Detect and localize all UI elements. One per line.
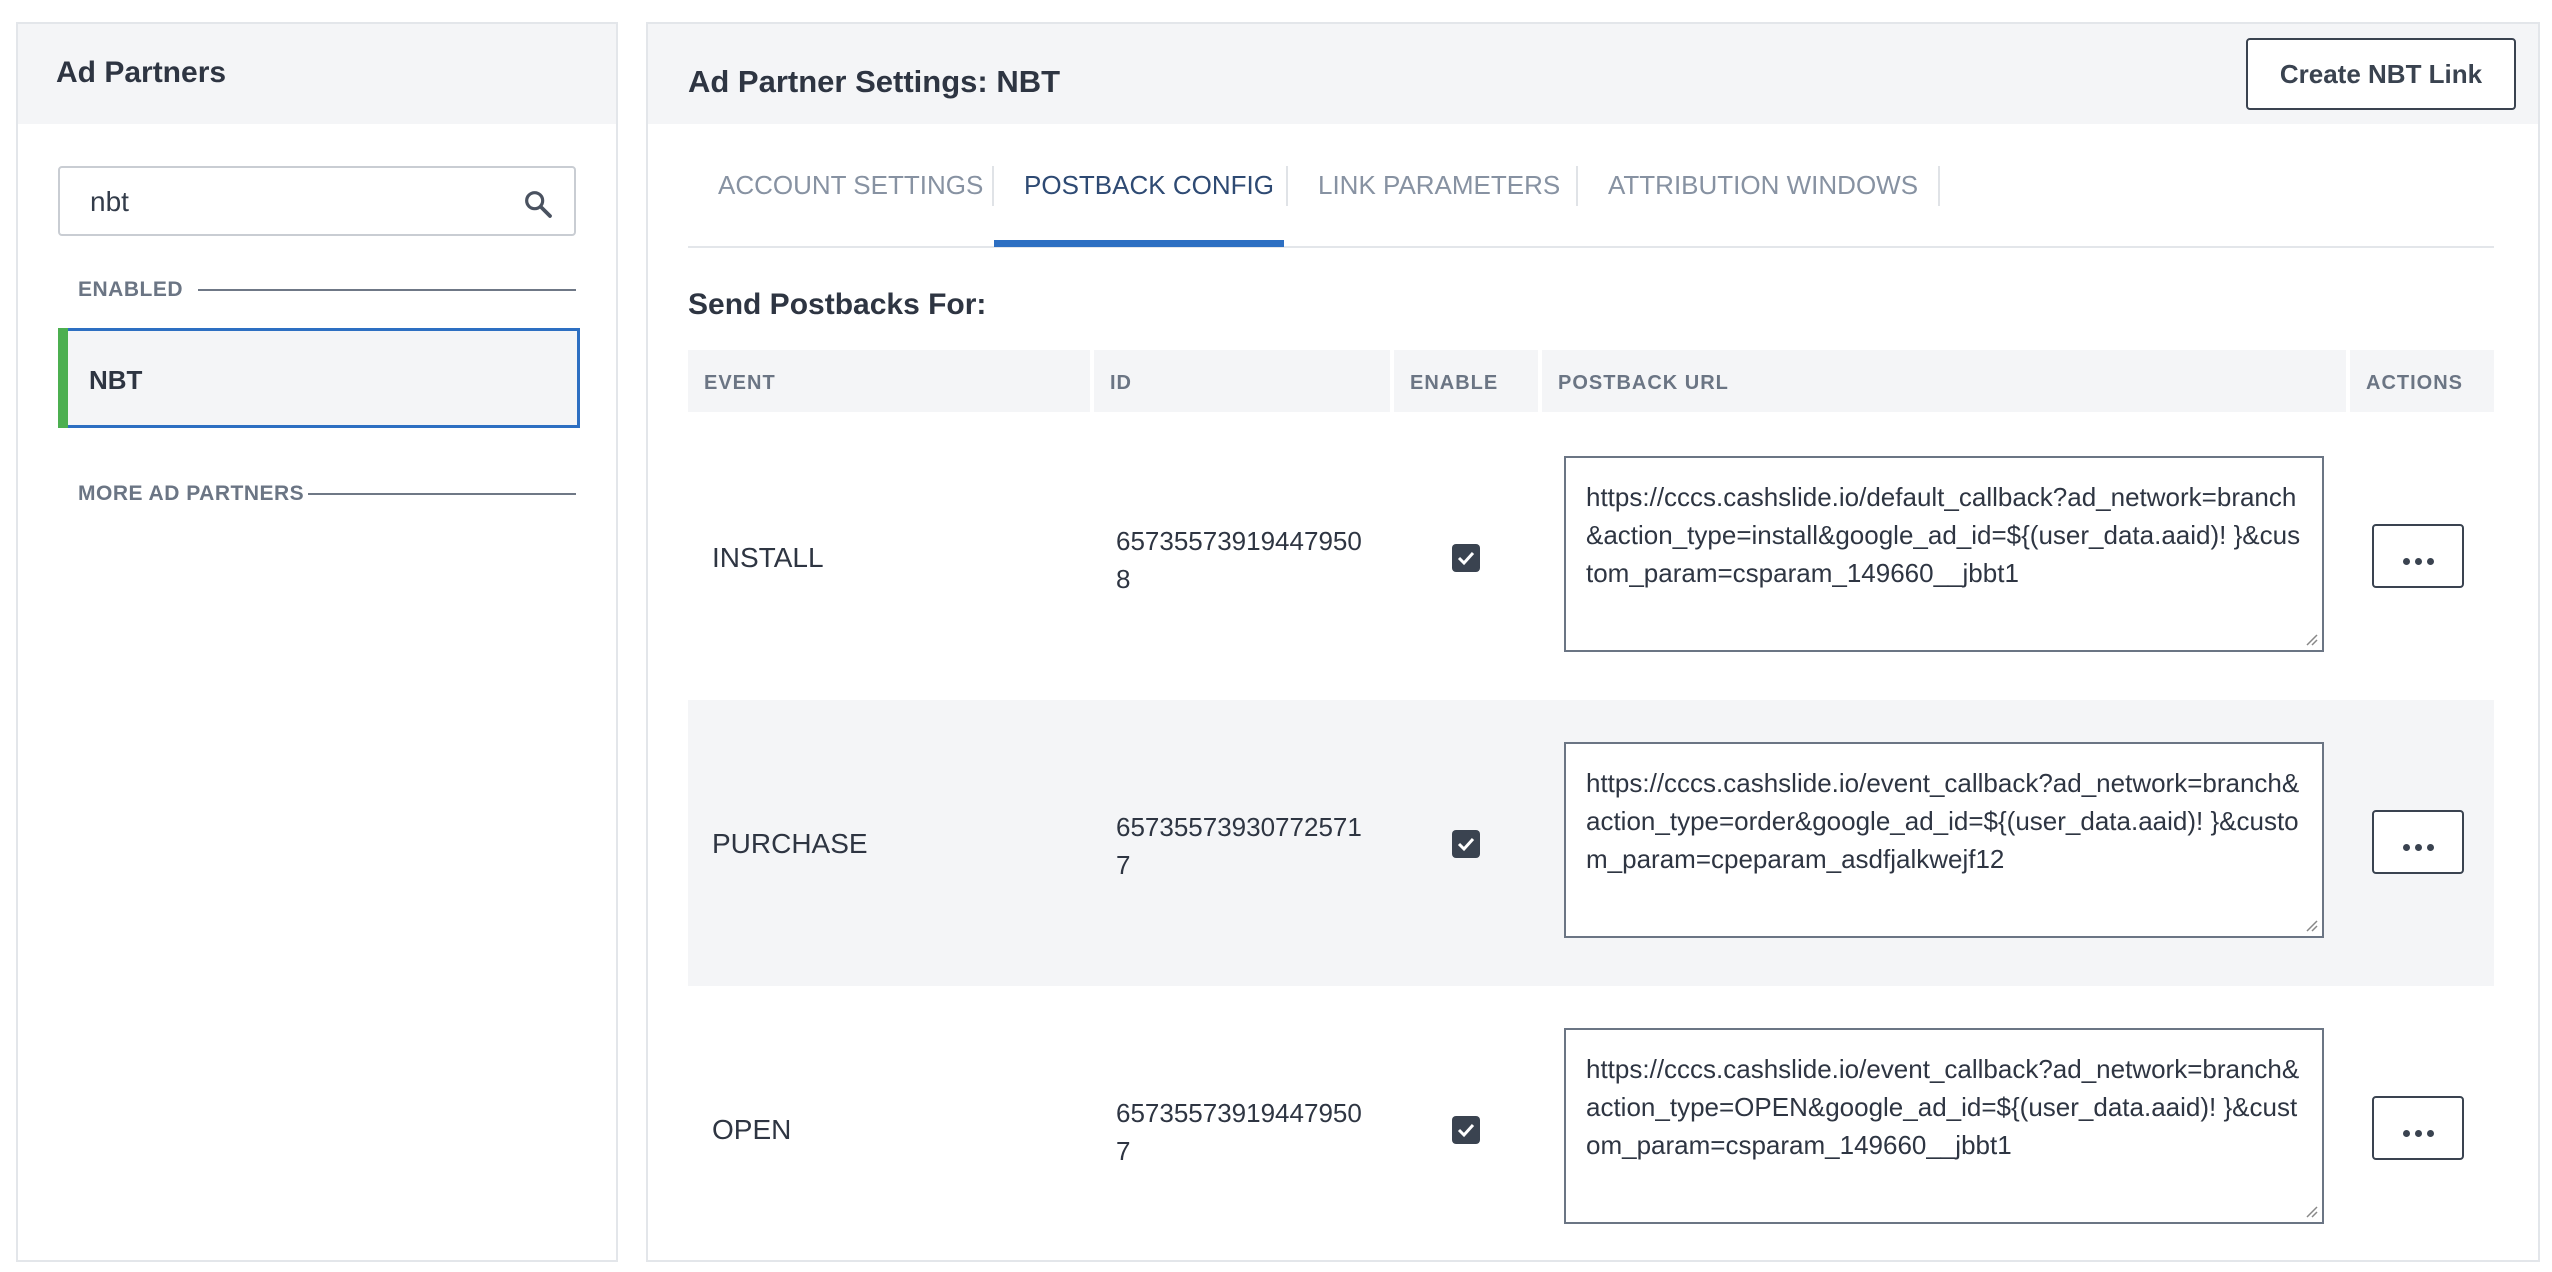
partner-settings-panel: Ad Partner Settings: NBT Create NBT Link… bbox=[646, 22, 2540, 1262]
tab-link-parameters[interactable]: LINK PARAMETERS bbox=[1318, 170, 1560, 201]
checkmark-icon bbox=[1457, 551, 1475, 566]
table-row: PURCHASE 657355739307725717 https://cccs… bbox=[688, 700, 2494, 986]
postback-table-header: EVENT ID ENABLE POSTBACK URL ACTIONS bbox=[688, 350, 2494, 412]
more-icon bbox=[2403, 553, 2439, 568]
column-header-id: ID bbox=[1094, 350, 1390, 412]
enable-checkbox[interactable] bbox=[1452, 1116, 1480, 1144]
event-name: PURCHASE bbox=[712, 828, 868, 859]
partner-search-input[interactable] bbox=[88, 182, 512, 222]
page-title: Ad Partner Settings: NBT bbox=[688, 64, 1061, 99]
event-id: 657355739194479508 bbox=[1116, 526, 1362, 594]
postback-url-field[interactable]: https://cccs.cashslide.io/event_callback… bbox=[1564, 742, 2324, 938]
table-row: INSTALL 657355739194479508 https://cccs.… bbox=[688, 414, 2494, 700]
postbacks-section-title: Send Postbacks For: bbox=[688, 288, 987, 321]
checkmark-icon bbox=[1457, 1123, 1475, 1138]
table-row: OPEN 657355739194479507 https://cccs.cas… bbox=[688, 986, 2494, 1272]
more-icon bbox=[2403, 839, 2439, 854]
partner-item-nbt[interactable]: NBT bbox=[58, 328, 580, 428]
create-link-button[interactable]: Create NBT Link bbox=[2246, 38, 2516, 110]
tab-divider bbox=[992, 166, 994, 206]
postback-url-text: https://cccs.cashslide.io/event_callback… bbox=[1586, 768, 2300, 874]
postback-url-field[interactable]: https://cccs.cashslide.io/default_callba… bbox=[1564, 456, 2324, 652]
tab-divider bbox=[1576, 166, 1578, 206]
resize-grip-icon[interactable] bbox=[2304, 1204, 2318, 1218]
enable-checkbox[interactable] bbox=[1452, 544, 1480, 572]
column-header-postback-url: POSTBACK URL bbox=[1542, 350, 2346, 412]
resize-grip-icon[interactable] bbox=[2304, 632, 2318, 646]
resize-grip-icon[interactable] bbox=[2304, 918, 2318, 932]
row-actions-button[interactable] bbox=[2372, 524, 2464, 588]
partner-search[interactable] bbox=[58, 166, 576, 236]
ad-partners-title: Ad Partners bbox=[56, 56, 227, 89]
partner-item-label: NBT bbox=[89, 365, 143, 395]
enabled-section-label: ENABLED bbox=[78, 278, 184, 301]
event-id: 657355739307725717 bbox=[1116, 812, 1362, 880]
tab-account-settings[interactable]: ACCOUNT SETTINGS bbox=[718, 170, 983, 201]
event-name: INSTALL bbox=[712, 542, 824, 573]
more-partners-divider bbox=[308, 493, 576, 495]
event-id: 657355739194479507 bbox=[1116, 1098, 1362, 1166]
search-icon[interactable] bbox=[522, 188, 554, 220]
column-header-enable: ENABLE bbox=[1394, 350, 1538, 412]
row-actions-button[interactable] bbox=[2372, 810, 2464, 874]
ad-partners-header: Ad Partners bbox=[18, 24, 616, 124]
enabled-divider bbox=[198, 289, 576, 291]
tab-attribution-windows[interactable]: ATTRIBUTION WINDOWS bbox=[1608, 170, 1918, 201]
tab-divider bbox=[1938, 166, 1940, 206]
row-actions-button[interactable] bbox=[2372, 1096, 2464, 1160]
more-icon bbox=[2403, 1125, 2439, 1140]
partner-status-indicator bbox=[58, 328, 68, 428]
tab-postback-config[interactable]: POSTBACK CONFIG bbox=[1024, 170, 1274, 201]
postback-url-text: https://cccs.cashslide.io/default_callba… bbox=[1586, 482, 2301, 588]
postback-url-field[interactable]: https://cccs.cashslide.io/event_callback… bbox=[1564, 1028, 2324, 1224]
event-name: OPEN bbox=[712, 1114, 792, 1145]
checkmark-icon bbox=[1457, 837, 1475, 852]
tab-divider bbox=[1286, 166, 1288, 206]
active-tab-indicator bbox=[994, 240, 1284, 247]
more-partners-section-label: MORE AD PARTNERS bbox=[78, 482, 305, 505]
postback-url-text: https://cccs.cashslide.io/event_callback… bbox=[1586, 1054, 2300, 1160]
settings-tabs: ACCOUNT SETTINGS POSTBACK CONFIG LINK PA… bbox=[688, 124, 2494, 248]
column-header-event: EVENT bbox=[688, 350, 1090, 412]
column-header-actions: ACTIONS bbox=[2350, 350, 2494, 412]
ad-partners-panel: Ad Partners ENABLED NBT MORE AD PARTNERS bbox=[16, 22, 618, 1262]
enable-checkbox[interactable] bbox=[1452, 830, 1480, 858]
